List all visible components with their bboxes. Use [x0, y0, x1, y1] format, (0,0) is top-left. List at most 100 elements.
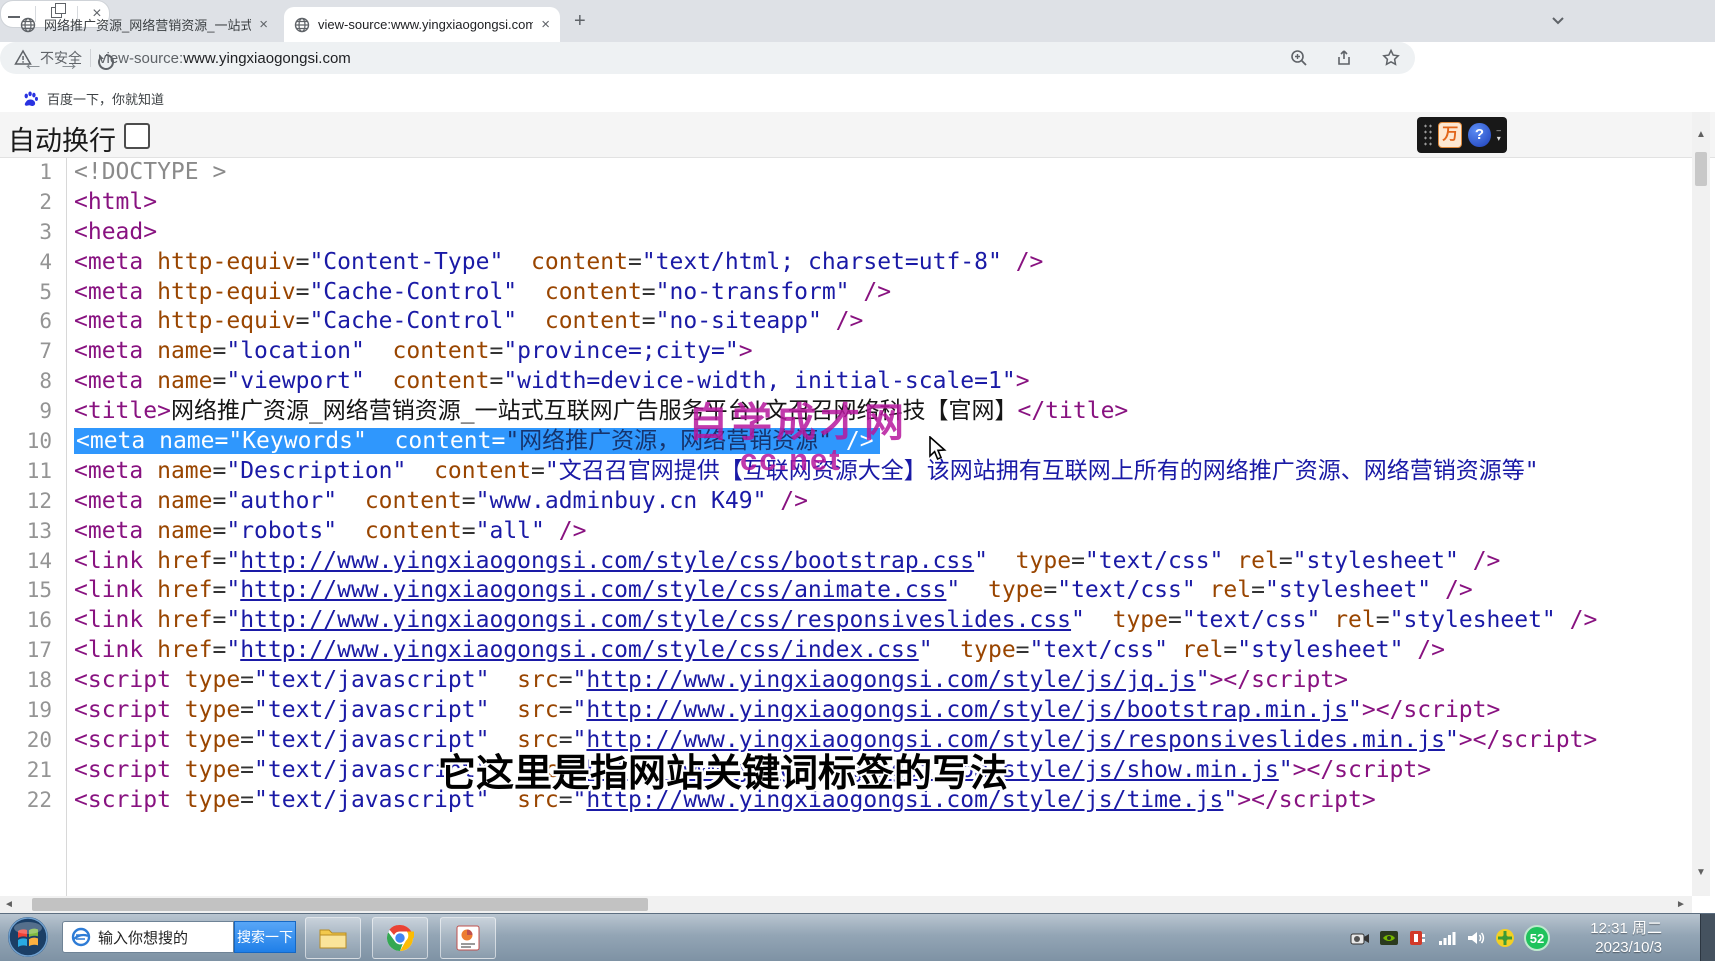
scroll-left-arrow-icon[interactable]: ◄	[4, 896, 14, 913]
horizontal-scroll-thumb[interactable]	[32, 898, 648, 911]
scroll-right-arrow-icon[interactable]: ►	[1676, 896, 1686, 913]
horizontal-scrollbar[interactable]: ◄ ►	[0, 896, 1692, 913]
line-wrap-label: 自动换行	[8, 119, 116, 158]
windows-taskbar: 输入你想搜的 搜索一下 52 12:31 周二 2023/10/3	[0, 913, 1715, 961]
start-button[interactable]	[6, 915, 50, 959]
code-line: 17<link href="http://www.yingxiaogongsi.…	[0, 636, 1692, 666]
globe-favicon-icon	[20, 17, 36, 33]
code-line: 10<meta name="Keywords" content="网络推广资源，…	[0, 427, 1692, 457]
tab-view-source[interactable]: view-source:www.yingxiaogongsi.com ×	[284, 7, 560, 42]
line-number: 13	[0, 517, 66, 547]
folder-icon	[318, 925, 348, 951]
code-line: 6<meta http-equiv="Cache-Control" conten…	[0, 307, 1692, 337]
line-number: 9	[0, 397, 66, 427]
url-host: www.yingxiaogongsi.com	[183, 50, 351, 67]
share-icon[interactable]	[1335, 48, 1355, 68]
line-number: 10	[0, 427, 66, 457]
code-line: 12<meta name="author" content="www.admin…	[0, 487, 1692, 517]
line-wrap-checkbox[interactable]	[124, 123, 150, 149]
vertical-scroll-thumb[interactable]	[1695, 152, 1707, 186]
line-number: 15	[0, 576, 66, 606]
code-line: 2<html>	[0, 188, 1692, 218]
taskbar-file-explorer[interactable]	[305, 917, 361, 959]
reload-button[interactable]	[96, 52, 116, 72]
powerpoint-icon	[454, 924, 482, 952]
line-number: 12	[0, 487, 66, 517]
code-line: 19<script type="text/javascript" src="ht…	[0, 696, 1692, 726]
line-number: 16	[0, 606, 66, 636]
code-line: 9<title>网络推广资源_网络营销资源_一站式互联网广告服务平台|文召召网络…	[0, 397, 1692, 427]
tab-close-icon[interactable]: ×	[541, 16, 550, 33]
code-line: 16<link href="http://www.yingxiaogongsi.…	[0, 606, 1692, 636]
globe-favicon-icon	[294, 17, 310, 33]
source-link[interactable]: http://www.yingxiaogongsi.com/style/css/…	[240, 577, 946, 603]
show-desktop-button[interactable]	[1700, 914, 1715, 961]
forward-button[interactable]: →	[58, 50, 80, 76]
tray-nvidia-icon[interactable]	[1379, 928, 1399, 948]
taskbar-powerpoint[interactable]	[440, 917, 496, 959]
line-number: 4	[0, 248, 66, 278]
source-link[interactable]: http://www.yingxiaogongsi.com/style/css/…	[240, 607, 1071, 633]
line-number: 5	[0, 278, 66, 308]
code-line: 1<!DOCTYPE >	[0, 158, 1692, 188]
tab-close-icon[interactable]: ×	[259, 16, 268, 33]
clock-date: 2023/10/3	[1567, 938, 1662, 957]
line-number: 17	[0, 636, 66, 666]
tray-volume-icon[interactable]	[1466, 928, 1486, 948]
scroll-down-arrow-icon[interactable]: ▼	[1696, 864, 1706, 881]
zoom-icon[interactable]	[1289, 48, 1309, 68]
tray-score-badge[interactable]: 52	[1524, 925, 1550, 951]
new-tab-button[interactable]: +	[574, 10, 586, 33]
code-line: 4<meta http-equiv="Content-Type" content…	[0, 248, 1692, 278]
plugin-floating-toolbar: 万 ? –▾	[1417, 117, 1507, 153]
code-line: 14<link href="http://www.yingxiaogongsi.…	[0, 547, 1692, 577]
tab-search-chevron-icon[interactable]	[1550, 12, 1566, 28]
vertical-scrollbar[interactable]: ▲ ▼	[1692, 112, 1710, 896]
line-number: 6	[0, 307, 66, 337]
plugin-collapse-arrows[interactable]: –▾	[1497, 127, 1501, 143]
line-number: 21	[0, 756, 66, 786]
line-number: 19	[0, 696, 66, 726]
drag-handle-dots[interactable]	[1423, 123, 1432, 147]
back-button[interactable]: ←	[22, 50, 44, 76]
code-line: 7<meta name="location" content="province…	[0, 337, 1692, 367]
code-line: 8<meta name="viewport" content="width=de…	[0, 367, 1692, 397]
plugin-orange-icon[interactable]: 万	[1438, 122, 1462, 148]
line-number: 8	[0, 367, 66, 397]
code-line: 18<script type="text/javascript" src="ht…	[0, 666, 1692, 696]
tray-red-plugin-icon[interactable]	[1408, 928, 1428, 948]
line-number: 2	[0, 188, 66, 218]
plugin-help-icon[interactable]: ?	[1468, 123, 1490, 147]
scroll-up-arrow-icon[interactable]: ▲	[1696, 126, 1706, 143]
tray-camera-icon[interactable]	[1350, 928, 1370, 948]
clock-time: 12:31 周二	[1567, 919, 1662, 938]
line-number: 20	[0, 726, 66, 756]
source-link[interactable]: http://www.yingxiaogongsi.com/style/js/j…	[586, 667, 1195, 693]
source-link[interactable]: http://www.yingxiaogongsi.com/style/css/…	[240, 637, 919, 663]
tab-title: 网络推广资源_网络营销资源_一站式互联网广告服务平台	[44, 15, 251, 34]
source-link[interactable]: http://www.yingxiaogongsi.com/style/js/b…	[586, 697, 1348, 723]
address-bar[interactable]: 不安全 view-source:www.yingxiaogongsi.com	[0, 42, 1415, 74]
source-link[interactable]: http://www.yingxiaogongsi.com/style/css/…	[240, 548, 974, 574]
taskbar-chrome[interactable]	[372, 917, 428, 959]
gutter-divider	[66, 158, 67, 896]
bookmark-star-icon[interactable]	[1381, 48, 1401, 68]
taskbar-clock[interactable]: 12:31 周二 2023/10/3	[1567, 919, 1662, 957]
bookmark-baidu[interactable]: 百度一下，你就知道	[47, 89, 164, 108]
line-number: 11	[0, 457, 66, 487]
code-line: 3<head>	[0, 218, 1692, 248]
line-number: 14	[0, 547, 66, 577]
code-line: 15<link href="http://www.yingxiaogongsi.…	[0, 576, 1692, 606]
url-text[interactable]: view-source:www.yingxiaogongsi.com	[99, 50, 1281, 67]
taskbar-search-button[interactable]: 搜索一下	[234, 921, 296, 953]
browser-toolbar: ← → 不安全 view-source:www.yingxiaogongsi.c…	[0, 42, 1715, 84]
code-line: 13<meta name="robots" content="all" />	[0, 517, 1692, 547]
taskbar-search-input[interactable]: 输入你想搜的	[62, 921, 234, 953]
line-number: 1	[0, 158, 66, 188]
tray-360-shield-icon[interactable]	[1495, 928, 1515, 948]
baidu-paw-icon	[22, 90, 39, 107]
code-line: 5<meta http-equiv="Cache-Control" conten…	[0, 278, 1692, 308]
tray-network-signal-icon[interactable]	[1437, 928, 1457, 948]
taskbar-search-placeholder: 输入你想搜的	[98, 927, 188, 948]
line-number: 22	[0, 786, 66, 816]
